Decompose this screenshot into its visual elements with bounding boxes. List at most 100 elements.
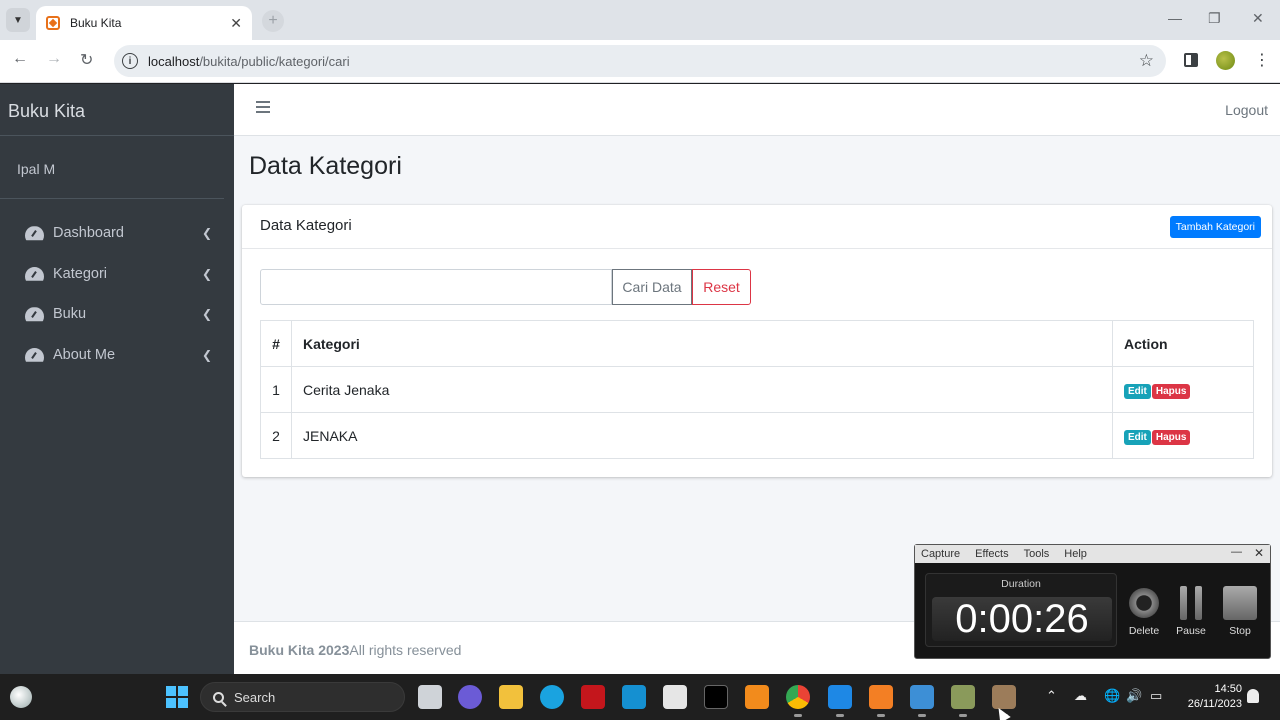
restore-icon[interactable]: ❐	[1208, 10, 1221, 27]
sidebar-item-dashboard[interactable]: Dashboard ❮	[0, 213, 234, 254]
weather-icon[interactable]	[10, 686, 32, 708]
browser-toolbar: ← → ↻ i localhost/bukita/public/kategori…	[0, 40, 1280, 83]
chrome-icon[interactable]	[786, 685, 810, 717]
start-button-icon[interactable]	[166, 686, 188, 708]
new-tab-icon[interactable]: +	[262, 10, 284, 32]
pause-label: Pause	[1176, 625, 1206, 637]
battery-icon[interactable]: ▭	[1150, 688, 1162, 704]
tachometer-icon	[25, 226, 44, 240]
search-form: Cari Data Reset	[260, 269, 751, 305]
sidebar-item-label: Dashboard	[53, 225, 124, 242]
sidebar-item-about-me[interactable]: About Me ❮	[0, 335, 234, 376]
menu-capture[interactable]: Capture	[921, 548, 960, 560]
user-panel[interactable]: Ipal M	[0, 136, 224, 199]
profile-avatar[interactable]	[1216, 51, 1235, 70]
address-bar[interactable]: i localhost/bukita/public/kategori/cari …	[114, 45, 1166, 77]
camtasia-icon[interactable]	[951, 685, 975, 717]
row-actions: Edit Hapus	[1112, 412, 1254, 459]
tray-overflow-icon[interactable]: ⌃	[1046, 688, 1057, 704]
recorder-minimize-icon[interactable]: —	[1231, 546, 1242, 558]
task-view-icon[interactable]	[418, 685, 442, 709]
edge-icon[interactable]	[540, 685, 564, 709]
mcafee-icon[interactable]	[581, 685, 605, 709]
myhp-icon[interactable]	[622, 685, 646, 709]
window-close-icon[interactable]: ✕	[1252, 10, 1264, 27]
column-header-kategori: Kategori	[291, 320, 1113, 367]
recorder-menubar: Capture Effects Tools Help — ✕	[915, 545, 1270, 563]
tab-title: Buku Kita	[70, 16, 122, 30]
bookmark-star-icon[interactable]: ☆	[1139, 51, 1154, 71]
sidebar-item-label: Buku	[53, 306, 87, 323]
edit-button[interactable]: Edit	[1124, 383, 1151, 399]
recorder-close-icon[interactable]: ✕	[1254, 546, 1264, 560]
tab-search-icon[interactable]: ▼	[6, 8, 30, 32]
duration-panel: Duration 0:00:26	[925, 573, 1117, 647]
url-text: localhost/bukita/public/kategori/cari	[148, 53, 350, 69]
table-row: 1 Cerita Jenaka Edit Hapus	[260, 366, 1254, 413]
reload-icon[interactable]: ↻	[80, 50, 93, 70]
terminal-icon[interactable]	[704, 685, 728, 709]
sublime-text-icon[interactable]	[745, 685, 769, 709]
reset-button[interactable]: Reset	[692, 269, 751, 305]
taskbar-clock[interactable]: 14:50 26/11/2023	[1180, 682, 1242, 712]
clock-time: 14:50	[1214, 683, 1242, 695]
sidebar-brand[interactable]: Buku Kita	[0, 84, 234, 136]
sidebar-item-buku[interactable]: Buku ❮	[0, 294, 234, 335]
sidebar-menu: Dashboard ❮ Kategori ❮ Buku ❮ About Me ❮	[0, 199, 234, 375]
search-button[interactable]: Cari Data	[612, 269, 692, 305]
browser-tab[interactable]: Buku Kita ✕	[36, 6, 252, 40]
row-number: 1	[260, 366, 292, 413]
sidebar: Buku Kita Ipal M Dashboard ❮ Kategori ❮ …	[0, 84, 234, 674]
search-input[interactable]	[260, 269, 612, 305]
taskbar-search-label: Search	[234, 689, 276, 705]
notepad-icon[interactable]	[910, 685, 934, 717]
table-header-row: # Kategori Action	[260, 320, 1254, 367]
side-panel-icon[interactable]	[1184, 53, 1198, 67]
teams-chat-icon[interactable]	[458, 685, 482, 709]
chevron-left-icon: ❮	[201, 266, 212, 281]
tachometer-icon	[25, 267, 44, 281]
sidebar-item-kategori[interactable]: Kategori ❮	[0, 254, 234, 295]
kategori-card: Data Kategori Tambah Kategori Cari Data …	[242, 205, 1272, 477]
row-kategori: Cerita Jenaka	[291, 366, 1113, 413]
browser-menu-icon[interactable]: ⋮	[1254, 50, 1270, 70]
edit-button[interactable]: Edit	[1124, 429, 1151, 445]
minimize-icon[interactable]: —	[1168, 10, 1182, 26]
language-icon[interactable]: 🌐	[1104, 688, 1120, 704]
browser-tab-strip: ▼ Buku Kita ✕ + — ❐ ✕	[0, 0, 1280, 40]
menu-help[interactable]: Help	[1064, 548, 1087, 560]
delete-button[interactable]: Hapus	[1151, 429, 1191, 445]
back-icon[interactable]: ←	[12, 50, 28, 68]
delete-label: Delete	[1128, 625, 1160, 637]
delete-button[interactable]: Hapus	[1151, 383, 1191, 399]
row-number: 2	[260, 412, 292, 459]
xampp-icon[interactable]	[869, 685, 893, 717]
site-info-icon[interactable]: i	[122, 53, 138, 69]
chevron-left-icon: ❮	[201, 307, 212, 321]
vscode-icon[interactable]	[828, 685, 852, 717]
forward-icon[interactable]: →	[46, 50, 62, 68]
screen-recorder-widget: Capture Effects Tools Help — ✕ Duration …	[914, 544, 1271, 659]
top-navbar: Logout	[234, 84, 1280, 136]
hamburger-menu-icon[interactable]	[256, 101, 270, 113]
duration-timer: 0:00:26	[932, 597, 1112, 641]
recorder-pause-button[interactable]: Pause	[1168, 585, 1214, 637]
onedrive-icon[interactable]: ☁	[1074, 688, 1087, 704]
row-actions: Edit Hapus	[1112, 366, 1254, 413]
menu-tools[interactable]: Tools	[1024, 548, 1050, 560]
taskbar-search[interactable]: Search	[200, 682, 405, 712]
notification-bell-icon[interactable]	[1247, 689, 1259, 703]
row-kategori: JENAKA	[291, 412, 1113, 459]
menu-effects[interactable]: Effects	[975, 548, 1008, 560]
tab-close-icon[interactable]: ✕	[230, 15, 242, 32]
kategori-table: # Kategori Action 1 Cerita Jenaka Edit Ha…	[260, 320, 1254, 459]
volume-icon[interactable]: 🔊	[1126, 688, 1142, 704]
recorder-stop-button[interactable]: Stop	[1217, 585, 1263, 637]
file-explorer-icon[interactable]	[499, 685, 523, 709]
microsoft-store-icon[interactable]	[663, 685, 687, 709]
recorder-delete-button[interactable]: Delete	[1121, 585, 1167, 637]
add-kategori-button[interactable]: Tambah Kategori	[1169, 216, 1261, 238]
tachometer-icon	[25, 348, 44, 362]
chevron-left-icon: ❮	[201, 226, 212, 240]
logout-link[interactable]: Logout	[1225, 102, 1268, 118]
